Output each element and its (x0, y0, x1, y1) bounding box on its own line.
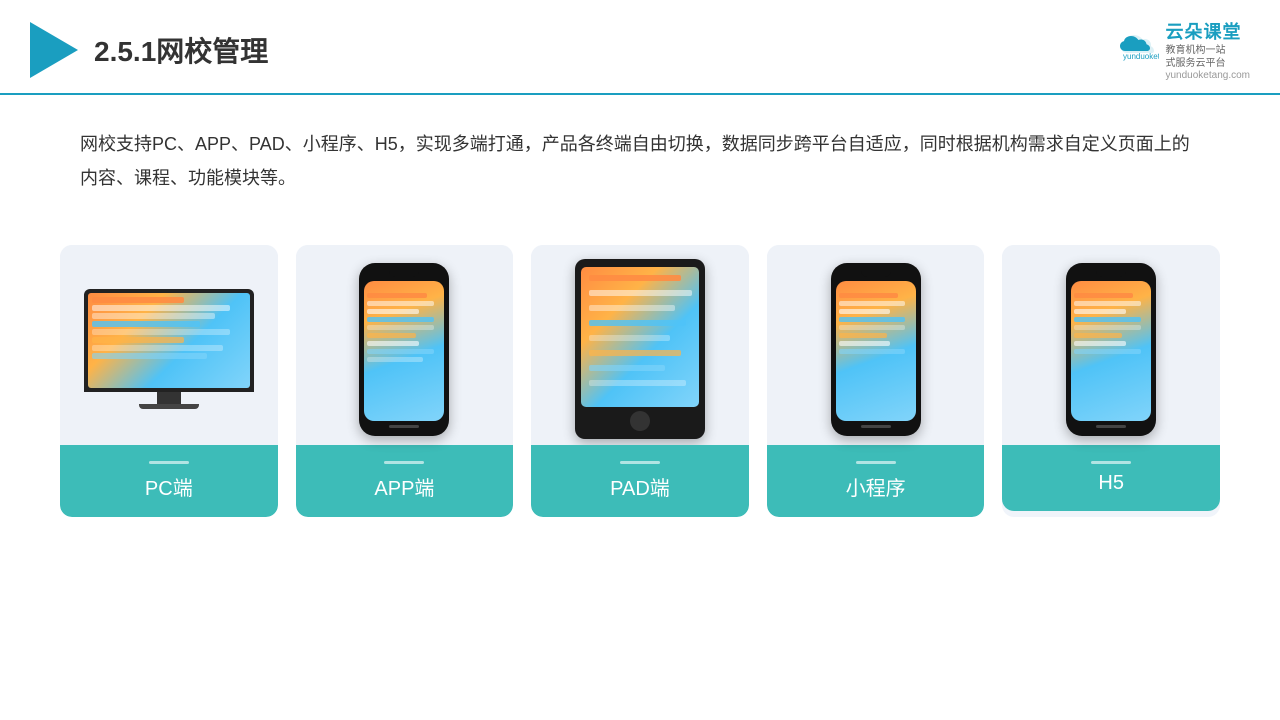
divider (384, 461, 424, 464)
description-paragraph: 网校支持PC、APP、PAD、小程序、H5，实现多端打通，产品各终端自由切换，数… (80, 127, 1200, 195)
brand-url: yunduoketang.com (1165, 70, 1250, 81)
pc-mockup (84, 289, 254, 409)
phone-notch (389, 271, 419, 277)
card-pc-label: PC端 (60, 445, 278, 517)
card-miniprogram-image (767, 245, 985, 445)
phone-mockup-h5 (1066, 263, 1156, 436)
phone-home-bar (1096, 425, 1126, 428)
phone-mockup-app (359, 263, 449, 436)
divider (149, 461, 189, 464)
phone-home-bar (861, 425, 891, 428)
tablet-mockup (575, 259, 705, 439)
card-app: APP端 (296, 245, 514, 517)
card-app-image (296, 245, 514, 445)
tablet-home-button (630, 411, 650, 431)
phone-notch (1096, 271, 1126, 277)
cloud-icon: yunduoketang.com (1115, 31, 1159, 68)
svg-text:yunduoketang.com: yunduoketang.com (1123, 52, 1159, 61)
cards-container: PC端 (0, 225, 1280, 537)
card-pad: PAD端 (531, 245, 749, 517)
label-text: 小程序 (846, 478, 906, 500)
card-h5-image (1002, 245, 1220, 445)
header-left: 2.5.1网校管理 (30, 22, 268, 78)
brand-slogan: 教育机构一站 式服务云平台 (1165, 44, 1225, 70)
card-pad-image (531, 245, 749, 445)
header: 2.5.1网校管理 yunduoketang.com 云朵课堂 教育机构一站 式… (0, 0, 1280, 95)
phone-home-bar (389, 425, 419, 428)
brand-text: 云朵课堂 教育机构一站 式服务云平台 yunduoketang.com (1165, 18, 1250, 81)
page-title: 2.5.1网校管理 (94, 30, 268, 70)
description-text: 网校支持PC、APP、PAD、小程序、H5，实现多端打通，产品各终端自由切换，数… (0, 95, 1280, 215)
divider (620, 461, 660, 464)
card-app-label: APP端 (296, 445, 514, 517)
brand-logo: yunduoketang.com 云朵课堂 教育机构一站 式服务云平台 yund… (1115, 18, 1250, 81)
card-pad-label: PAD端 (531, 445, 749, 517)
label-text: H5 (1098, 472, 1124, 494)
card-h5-label: H5 (1002, 445, 1220, 511)
label-text: APP端 (374, 478, 434, 500)
card-h5: H5 (1002, 245, 1220, 517)
card-miniprogram: 小程序 (767, 245, 985, 517)
logo-triangle-icon (30, 22, 78, 78)
label-text: PC端 (145, 478, 193, 500)
card-miniprogram-label: 小程序 (767, 445, 985, 517)
divider (1091, 461, 1131, 464)
phone-mockup-mini (831, 263, 921, 436)
divider (856, 461, 896, 464)
label-text: PAD端 (610, 478, 670, 500)
brand-name: 云朵课堂 (1165, 18, 1241, 44)
card-pc-image (60, 245, 278, 445)
card-pc: PC端 (60, 245, 278, 517)
phone-notch (861, 271, 891, 277)
header-right: yunduoketang.com 云朵课堂 教育机构一站 式服务云平台 yund… (1115, 18, 1250, 81)
